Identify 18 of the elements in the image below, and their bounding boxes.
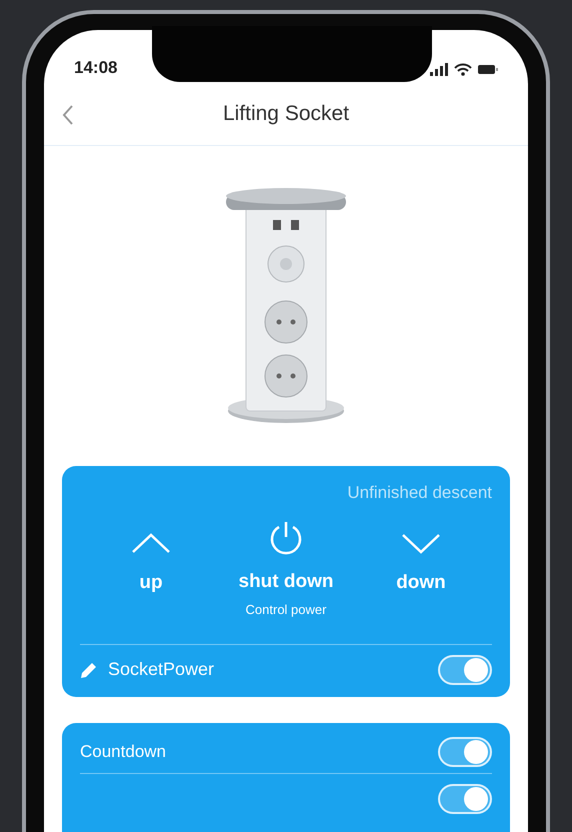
chevron-down-icon xyxy=(401,532,441,554)
back-icon[interactable] xyxy=(62,104,74,126)
page-title: Lifting Socket xyxy=(222,100,350,127)
setting-label: Countdown xyxy=(80,740,166,763)
status-text: Unfinished descent xyxy=(346,482,492,504)
toggle-switch[interactable] xyxy=(438,736,492,766)
control-button[interactable]: shut down Control power xyxy=(221,520,351,620)
toggle-switch[interactable] xyxy=(438,654,492,684)
signal-icon xyxy=(430,63,448,76)
toggle-switch[interactable] xyxy=(438,784,492,814)
battery-icon xyxy=(478,64,498,75)
pencil-icon xyxy=(80,660,98,679)
status-time: 14:08 xyxy=(74,56,118,78)
toggle-label: SocketPower xyxy=(108,658,214,681)
wifi-icon xyxy=(454,63,472,76)
control-button[interactable]: up xyxy=(86,520,216,597)
control-button[interactable]: down xyxy=(356,520,486,597)
chevron-up-icon xyxy=(131,532,171,554)
